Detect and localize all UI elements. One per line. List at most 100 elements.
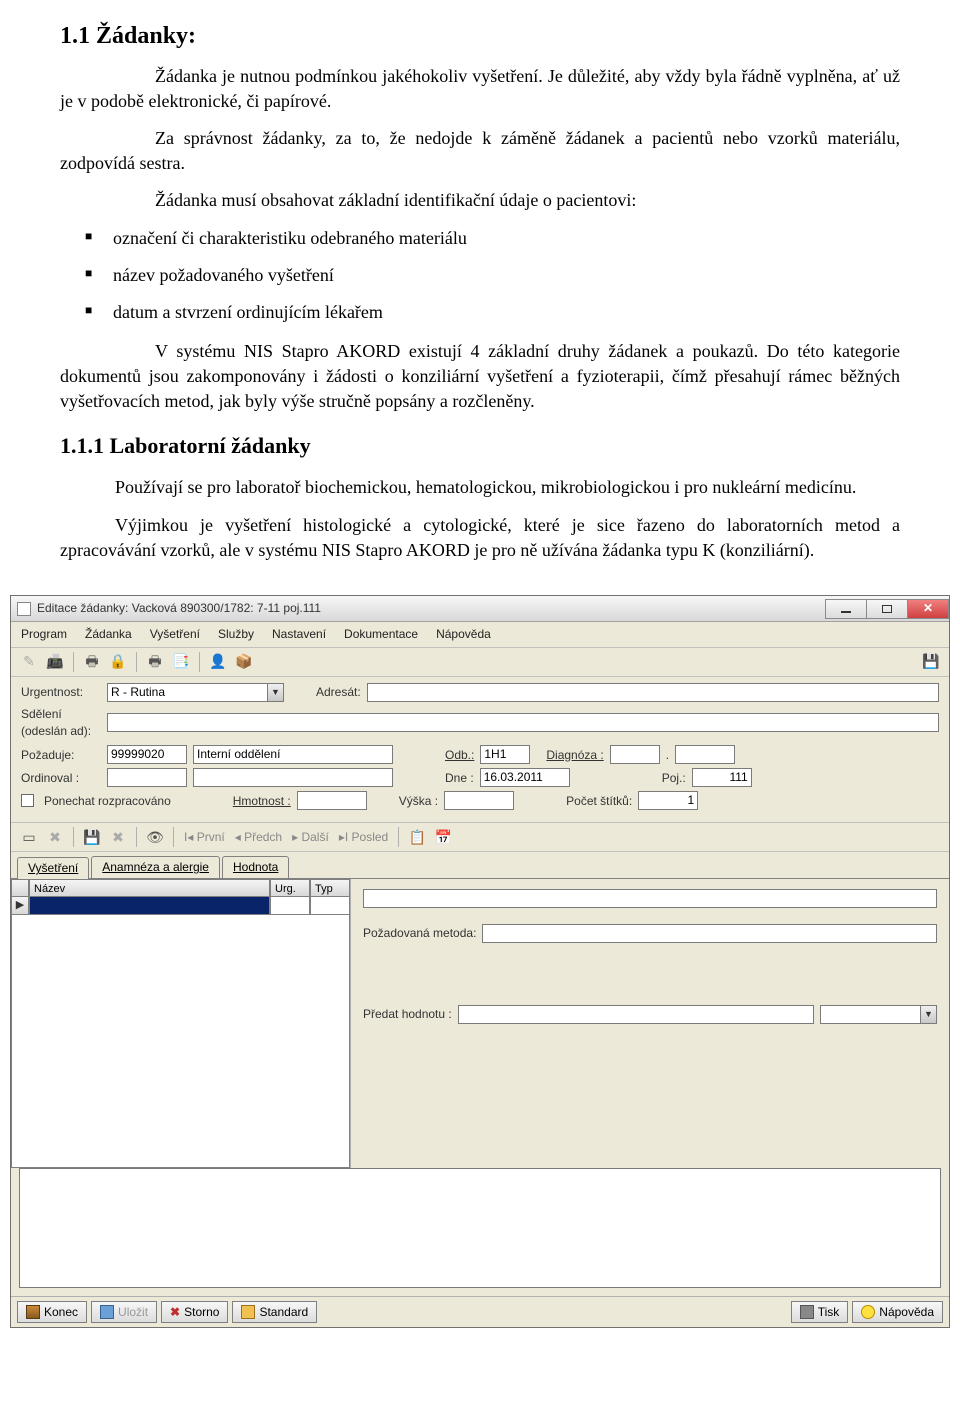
chevron-down-icon[interactable]: ▼ [267, 683, 284, 702]
label-pozaduje: Požaduje: [21, 747, 101, 764]
standard-button[interactable]: Standard [232, 1301, 317, 1323]
nav-next[interactable]: ▸ Další [292, 829, 329, 846]
tb2-view-icon[interactable]: 👁 [143, 826, 167, 848]
cell-typ[interactable] [310, 897, 350, 915]
input-vyska[interactable] [444, 791, 514, 810]
konec-button[interactable]: Konec [17, 1301, 87, 1323]
input-pozad-metoda[interactable] [482, 924, 937, 943]
maximize-button[interactable] [866, 599, 908, 619]
nav-prev[interactable]: ◂ Předch [235, 829, 282, 846]
chevron-down-icon[interactable]: ▼ [920, 1005, 937, 1024]
menu-vysetreni[interactable]: Vyšetření [150, 626, 200, 643]
tb2-extra-2[interactable]: 📅 [431, 826, 455, 848]
input-pozaduje-odd[interactable]: Interní oddělení [193, 745, 393, 764]
napoveda-label: Nápověda [879, 1304, 934, 1321]
menu-zadanka[interactable]: Žádanka [85, 626, 132, 643]
grid-panel: Název Urg. Typ ▶ [11, 879, 351, 1168]
app-icon [17, 602, 31, 616]
input-adresat[interactable] [367, 683, 939, 702]
tb2-save-icon[interactable]: 💾 [80, 826, 104, 848]
table-row[interactable]: ▶ [11, 897, 350, 915]
paragraph: Výjimkou je vyšetření histologické a cyt… [60, 513, 900, 563]
cell-urg[interactable] [270, 897, 310, 915]
input-diagnoza-2[interactable] [675, 745, 735, 764]
combo-predat[interactable]: ▼ [820, 1005, 937, 1024]
col-urg[interactable]: Urg. [270, 879, 310, 897]
row-indicator-icon: ▶ [11, 897, 29, 915]
tab-vysetreni[interactable]: Vyšetření [17, 857, 89, 879]
cell-nazev[interactable] [29, 897, 270, 915]
input-pozaduje-kod[interactable]: 99999020 [107, 745, 187, 764]
combo-predat-value[interactable] [820, 1005, 920, 1024]
menu-napoveda[interactable]: Nápověda [436, 626, 491, 643]
ulozit-button[interactable]: Uložit [91, 1301, 157, 1323]
input-detail-top[interactable] [363, 889, 937, 908]
form-area: Urgentnost: R - Rutina ▼ Adresát: Sdělen… [11, 677, 949, 824]
toolbar-btn-6[interactable]: 📑 [169, 651, 193, 673]
storno-button[interactable]: ✖ Storno [161, 1301, 228, 1323]
menu-dokumentace[interactable]: Dokumentace [344, 626, 418, 643]
toolbar-btn-4[interactable]: 🔒 [106, 651, 130, 673]
tisk-button[interactable]: Tisk [791, 1301, 849, 1323]
input-predat-hodnotu[interactable] [458, 1005, 814, 1024]
toolbar-btn-5[interactable]: 🖶 [143, 651, 167, 673]
input-odb[interactable]: 1H1 [480, 745, 530, 764]
input-ordinoval-1[interactable] [107, 768, 187, 787]
label-urgentnost: Urgentnost: [21, 684, 101, 701]
nav-first[interactable]: I◂ První [184, 829, 225, 846]
section-heading: 1.1 Žádanky: [60, 20, 900, 54]
value-urgentnost[interactable]: R - Rutina [107, 683, 267, 702]
close-button[interactable]: ✕ [907, 599, 949, 619]
paragraph: Žádanka musí obsahovat základní identifi… [155, 188, 900, 213]
tb2-delete-icon[interactable]: ✖ [43, 826, 67, 848]
list-item: název požadovaného vyšetření [85, 263, 900, 288]
toolbar-main: ✎ 📠 🖶 🔒 🖶 📑 👤 📦 💾 [11, 648, 949, 677]
label-poj: Poj.: [662, 770, 686, 787]
input-pocet-stitku[interactable]: 1 [638, 791, 698, 810]
notes-textarea[interactable] [19, 1168, 941, 1288]
tb2-new-icon[interactable]: ▭ [17, 826, 41, 848]
grid-body[interactable] [11, 915, 350, 1168]
menu-sluzby[interactable]: Služby [218, 626, 254, 643]
minimize-button[interactable] [825, 599, 867, 619]
combo-urgentnost[interactable]: R - Rutina ▼ [107, 683, 284, 702]
konec-label: Konec [44, 1304, 78, 1321]
napoveda-button[interactable]: Nápověda [852, 1301, 943, 1323]
paragraph: Žádanka je nutnou podmínkou jakéhokoliv … [60, 64, 900, 114]
x-icon: ✖ [170, 1304, 180, 1321]
disk-icon [100, 1305, 114, 1319]
toolbar-btn-2[interactable]: 📠 [43, 651, 67, 673]
window-title: Editace žádanky: Vacková 890300/1782: 7-… [37, 600, 321, 617]
tb2-cancel-icon[interactable]: ✖ [106, 826, 130, 848]
printer-icon [800, 1305, 814, 1319]
input-poj[interactable]: 111 [692, 768, 752, 787]
folder-icon [241, 1305, 255, 1319]
toolbar-btn-8[interactable]: 📦 [232, 651, 256, 673]
toolbar-btn-7[interactable]: 👤 [206, 651, 230, 673]
label-odb: Odb.: [445, 747, 474, 764]
detail-panel: Požadovaná metoda: Předat hodnotu : ▼ [351, 879, 949, 1168]
input-dne[interactable]: 16.03.2011 [480, 768, 570, 787]
toolbar-btn-9[interactable]: 💾 [919, 651, 943, 673]
tab-hodnota[interactable]: Hodnota [222, 856, 289, 878]
input-hmotnost[interactable] [297, 791, 367, 810]
menubar: Program Žádanka Vyšetření Služby Nastave… [11, 622, 949, 648]
col-typ[interactable]: Typ [310, 879, 350, 897]
help-icon [861, 1305, 875, 1319]
label-diagnoza: Diagnóza : [546, 747, 603, 764]
input-sdeleni[interactable] [107, 713, 939, 732]
bullet-list: označení či charakteristiku odebraného m… [85, 226, 900, 326]
tab-anamneza[interactable]: Anamnéza a alergie [91, 856, 220, 878]
checkbox-ponechat[interactable] [21, 794, 34, 807]
input-diagnoza-1[interactable] [610, 745, 660, 764]
nav-last[interactable]: ▸I Posled [339, 829, 388, 846]
toolbar-btn-3[interactable]: 🖶 [80, 651, 104, 673]
input-ordinoval-2[interactable] [193, 768, 393, 787]
toolbar-btn-1[interactable]: ✎ [17, 651, 41, 673]
menu-program[interactable]: Program [21, 626, 67, 643]
menu-nastaveni[interactable]: Nastavení [272, 626, 326, 643]
col-nazev[interactable]: Název [29, 879, 270, 897]
tb2-extra-1[interactable]: 📋 [405, 826, 429, 848]
label-predat-hodnotu: Předat hodnotu : [363, 1006, 452, 1023]
label-adresat: Adresát: [316, 684, 361, 701]
